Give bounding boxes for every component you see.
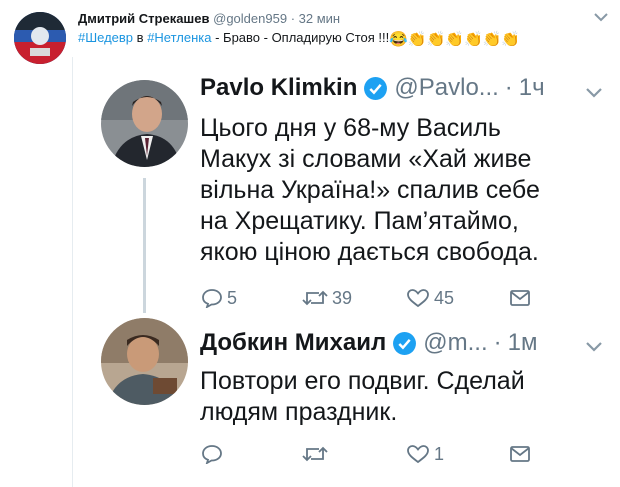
tweet-text-line: людям праздник. <box>200 398 398 426</box>
reply-button[interactable]: 5 <box>201 287 237 309</box>
quoted-author-name[interactable]: Добкин Михаил <box>200 329 386 357</box>
tweet-text-line: вільна Україна!» спалив себе <box>200 176 540 204</box>
reply-icon <box>201 288 223 308</box>
thread-connector-line <box>143 178 146 313</box>
outer-timestamp[interactable]: 32 мин <box>299 11 340 26</box>
verified-badge-icon <box>363 76 388 101</box>
verified-badge-icon <box>392 331 417 356</box>
reply-count: 5 <box>227 287 238 308</box>
reply-button[interactable] <box>201 443 227 465</box>
caret-down-icon[interactable] <box>591 10 611 24</box>
caret-down-icon[interactable] <box>583 340 605 354</box>
tweet-text-segment: - Браво - Опладирую Стоя !!! <box>211 30 390 45</box>
outer-avatar[interactable] <box>14 12 66 64</box>
retweet-button[interactable]: 39 <box>302 287 352 309</box>
retweet-icon <box>302 288 328 308</box>
like-button[interactable]: 45 <box>406 287 454 309</box>
tweet-text-segment: в <box>133 30 148 45</box>
outer-tweet-header: Дмитрий Стрекашев @golden959 · 32 мин <box>78 11 340 26</box>
tweet-text-line: на Хрещатику. Пам’ятаймо, <box>200 207 519 235</box>
reply-icon <box>201 444 223 464</box>
tweet-text-line: Повтори его подвиг. Сделай <box>200 367 525 395</box>
outer-handle[interactable]: @golden959 <box>213 11 287 26</box>
tweet-emojis: 😂👏👏👏👏👏👏 <box>389 31 520 48</box>
quoted-separator: · <box>504 74 513 101</box>
quoted-timestamp[interactable]: 1ч <box>519 74 545 102</box>
outer-tweet-text: #Шедевр в #Нетленка - Браво - Опладирую … <box>78 30 520 47</box>
message-button[interactable] <box>509 287 531 309</box>
quoted-author-name[interactable]: Pavlo Klimkin <box>200 74 357 102</box>
quoted-timestamp[interactable]: 1м <box>508 329 538 357</box>
quoted-handle[interactable]: @Pavlo... <box>394 74 498 102</box>
quoted-tweet-2-text: Повтори его подвиг. Сделай людям праздни… <box>200 366 525 428</box>
quoted-separator: · <box>493 329 502 356</box>
retweet-count: 39 <box>332 287 353 308</box>
caret-down-icon[interactable] <box>583 86 605 100</box>
like-count: 45 <box>434 287 455 308</box>
hashtag-link[interactable]: #Нетленка <box>147 30 211 45</box>
avatar-dobkin-mikhail[interactable] <box>101 318 188 405</box>
retweet-button[interactable] <box>302 443 332 465</box>
hashtag-link[interactable]: #Шедевр <box>78 30 133 45</box>
quoted-tweet-1-text: Цього дня у 68-му Василь Макух зі словам… <box>200 113 540 268</box>
like-button[interactable]: 1 <box>406 443 444 465</box>
like-icon <box>406 288 430 308</box>
like-icon <box>406 444 430 464</box>
message-icon <box>509 445 531 463</box>
tweet-text-line: якою ціною дається свобода. <box>200 238 539 266</box>
quoted-tweet-2-header: Добкин Михаил @m... · 1м <box>200 329 537 357</box>
outer-separator: · <box>290 11 296 26</box>
outer-author-name[interactable]: Дмитрий Стрекашев <box>78 11 210 26</box>
quoted-tweet-1-header: Pavlo Klimkin @Pavlo... · 1ч <box>200 74 545 102</box>
tweet-text-line: Макух зі словами «Хай живе <box>200 145 532 173</box>
retweet-icon <box>302 444 328 464</box>
tweet-text-line: Цього дня у 68-му Василь <box>200 114 501 142</box>
avatar-pavlo-klimkin[interactable] <box>101 80 188 167</box>
message-button[interactable] <box>509 443 531 465</box>
quoted-handle[interactable]: @m... <box>423 329 487 357</box>
message-icon <box>509 289 531 307</box>
like-count: 1 <box>434 443 445 464</box>
